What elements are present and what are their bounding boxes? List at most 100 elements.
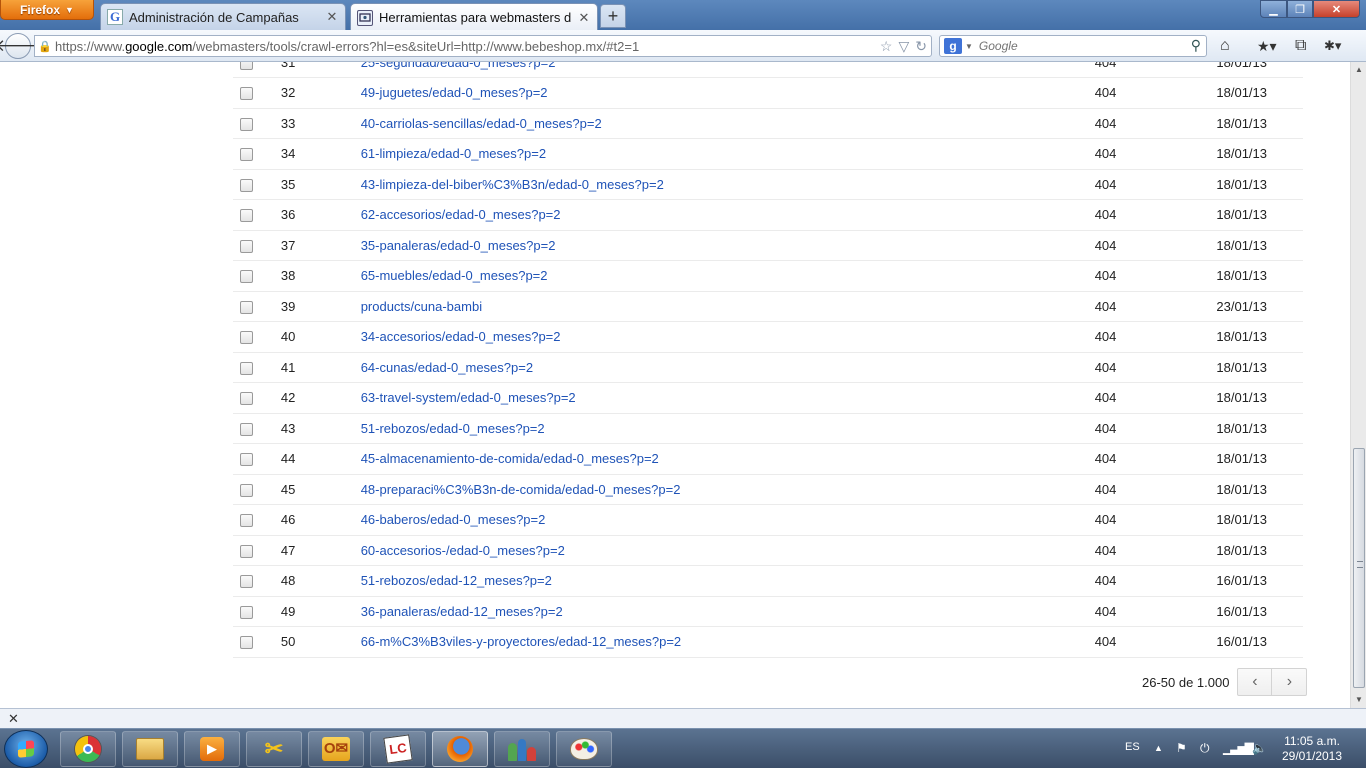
maximize-window-button[interactable]: ❐ xyxy=(1287,0,1313,18)
row-checkbox[interactable] xyxy=(240,544,253,558)
response-code: 404 xyxy=(1094,85,1117,101)
clock-time: 11:05 a.m. xyxy=(1284,734,1340,748)
close-addon-bar-icon[interactable]: ✕ xyxy=(8,711,19,727)
row-checkbox[interactable] xyxy=(240,422,253,436)
row-checkbox[interactable] xyxy=(240,636,253,650)
row-checkbox[interactable] xyxy=(240,514,253,528)
error-url-link[interactable]: 63-travel-system/edad-0_meses?p=2 xyxy=(361,390,576,405)
row-checkbox[interactable] xyxy=(240,209,253,223)
search-icon[interactable]: ⚲ xyxy=(1191,37,1201,54)
reload-icon[interactable]: ↻ xyxy=(915,38,927,55)
error-url-link[interactable]: 64-cunas/edad-0_meses?p=2 xyxy=(361,360,533,375)
error-url-link[interactable]: 45-almacenamiento-de-comida/edad-0_meses… xyxy=(361,451,659,466)
media-player-taskbar-icon[interactable]: ▶ xyxy=(184,731,240,767)
error-url-link[interactable]: 40-carriolas-sencillas/edad-0_meses?p=2 xyxy=(361,116,602,131)
bookmark-star-icon[interactable]: ☆ xyxy=(880,38,893,55)
start-button[interactable] xyxy=(4,730,48,768)
addon-icon[interactable]: ✱▾ xyxy=(1324,37,1341,55)
error-url-link[interactable]: 25-seguridad/edad-0_meses?p=2 xyxy=(361,62,556,70)
row-number: 36 xyxy=(280,207,296,223)
scroll-down-arrow-icon[interactable]: ▼ xyxy=(1351,692,1366,708)
chrome-taskbar-icon[interactable] xyxy=(60,731,116,767)
table-row: 34 61-limpieza/edad-0_meses?p=2 404 18/01/1… xyxy=(233,138,1303,170)
row-checkbox[interactable] xyxy=(240,361,253,375)
error-url-link[interactable]: 34-accesorios/edad-0_meses?p=2 xyxy=(361,329,561,344)
row-number: 49 xyxy=(280,603,296,619)
error-url-link[interactable]: 46-baberos/edad-0_meses?p=2 xyxy=(361,512,546,527)
back-button[interactable]: 🡐 xyxy=(0,33,41,59)
close-tab-icon[interactable]: ✕ xyxy=(325,9,339,25)
home-icon[interactable]: ⌂ xyxy=(1220,37,1230,55)
caret-down-icon[interactable]: ▼ xyxy=(965,42,973,51)
error-url-link[interactable]: products/cuna-bambi xyxy=(361,299,482,314)
error-url-link[interactable]: 61-limpieza/edad-0_meses?p=2 xyxy=(361,146,546,161)
response-code: 404 xyxy=(1094,298,1117,314)
row-checkbox[interactable] xyxy=(240,453,253,467)
tools-taskbar-icon[interactable]: ✂ xyxy=(246,731,302,767)
tab-campaigns[interactable]: G Administración de Campañas ✕ xyxy=(100,3,346,30)
file-explorer-taskbar-icon[interactable] xyxy=(122,731,178,767)
page-content: 31 25-seguridad/edad-0_meses?p=2 404 18/01/… xyxy=(0,62,1350,708)
row-checkbox[interactable] xyxy=(240,148,253,162)
row-checkbox[interactable] xyxy=(240,178,253,192)
address-bar[interactable]: 🔒 https://www.google.com/webmasters/tool… xyxy=(34,35,932,57)
close-tab-icon[interactable]: ✕ xyxy=(577,10,591,26)
close-window-button[interactable]: ✕ xyxy=(1313,0,1360,18)
action-center-flag-icon[interactable]: ⚑ xyxy=(1176,741,1187,755)
error-url-link[interactable]: 62-accesorios/edad-0_meses?p=2 xyxy=(361,207,561,222)
tab-webmaster-tools[interactable]: Herramientas para webmasters de Go... ✕ xyxy=(350,3,598,31)
row-checkbox[interactable] xyxy=(240,87,253,101)
minimize-window-button[interactable]: ▁ xyxy=(1260,0,1287,18)
error-url-link[interactable]: 36-panaleras/edad-12_meses?p=2 xyxy=(361,604,563,619)
row-checkbox[interactable] xyxy=(240,392,253,406)
screenshot-icon[interactable]: ⧉ xyxy=(1295,37,1306,55)
error-url-link[interactable]: 49-juguetes/edad-0_meses?p=2 xyxy=(361,85,548,100)
scrollbar-thumb[interactable] xyxy=(1353,448,1365,688)
row-checkbox[interactable] xyxy=(240,62,253,70)
paint-taskbar-icon[interactable] xyxy=(556,731,612,767)
response-code: 404 xyxy=(1094,481,1117,497)
power-plug-icon[interactable]: ⏻ xyxy=(1200,741,1210,756)
error-url-link[interactable]: 65-muebles/edad-0_meses?p=2 xyxy=(361,268,548,283)
table-row: 43 51-rebozos/edad-0_meses?p=2 404 18/01/13 xyxy=(233,413,1303,444)
search-bar[interactable]: g ▼ ⚲ xyxy=(939,35,1207,57)
row-checkbox[interactable] xyxy=(240,483,253,497)
row-checkbox[interactable] xyxy=(240,575,253,589)
row-checkbox[interactable] xyxy=(240,331,253,345)
google-search-engine-icon[interactable]: g xyxy=(944,38,962,54)
firefox-taskbar-icon[interactable] xyxy=(432,731,488,767)
row-checkbox[interactable] xyxy=(240,605,253,619)
vertical-scrollbar[interactable]: ▲ ▼ xyxy=(1350,62,1366,708)
google-favicon-icon: G xyxy=(107,9,123,25)
history-dropdown-icon[interactable]: ▽ xyxy=(898,38,909,55)
system-clock[interactable]: 11:05 a.m. 29/01/2013 xyxy=(1272,734,1352,764)
outlook-taskbar-icon[interactable]: O✉ xyxy=(308,731,364,767)
error-url-link[interactable]: 51-rebozos/edad-12_meses?p=2 xyxy=(361,573,552,588)
volume-icon[interactable]: 🔈 xyxy=(1252,741,1267,755)
scroll-up-arrow-icon[interactable]: ▲ xyxy=(1351,62,1366,78)
row-checkbox[interactable] xyxy=(240,239,253,253)
lync-taskbar-icon[interactable]: LC xyxy=(370,731,426,767)
search-input[interactable] xyxy=(978,39,1184,53)
show-hidden-icons-icon[interactable]: ▲ xyxy=(1154,743,1163,753)
firefox-menu-button[interactable]: Firefox ▼ xyxy=(0,0,94,20)
network-signal-icon[interactable]: ▁▃▅▇ xyxy=(1223,741,1254,755)
row-checkbox[interactable] xyxy=(240,117,253,131)
detected-date: 18/01/13 xyxy=(1216,237,1267,253)
input-language-indicator[interactable]: ES xyxy=(1125,741,1140,753)
next-page-button[interactable]: › xyxy=(1272,668,1308,696)
error-url-link[interactable]: 66-m%C3%B3viles-y-proyectores/edad-12_me… xyxy=(361,634,681,649)
row-number: 34 xyxy=(280,146,296,162)
error-url-link[interactable]: 48-preparaci%C3%B3n-de-comida/edad-0_mes… xyxy=(361,482,681,497)
row-checkbox[interactable] xyxy=(240,300,253,314)
error-url-link[interactable]: 60-accesorios-/edad-0_meses?p=2 xyxy=(361,543,565,558)
remote-users-taskbar-icon[interactable] xyxy=(494,731,550,767)
bookmarks-menu-icon[interactable]: ★▾ xyxy=(1257,37,1277,55)
error-url-link[interactable]: 35-panaleras/edad-0_meses?p=2 xyxy=(361,238,556,253)
error-url-link[interactable]: 43-limpieza-del-biber%C3%B3n/edad-0_mese… xyxy=(361,177,664,192)
new-tab-button[interactable]: + xyxy=(600,4,626,28)
previous-page-button[interactable]: ‹ xyxy=(1237,668,1273,696)
response-code: 404 xyxy=(1094,390,1117,406)
error-url-link[interactable]: 51-rebozos/edad-0_meses?p=2 xyxy=(361,421,545,436)
row-checkbox[interactable] xyxy=(240,270,253,284)
